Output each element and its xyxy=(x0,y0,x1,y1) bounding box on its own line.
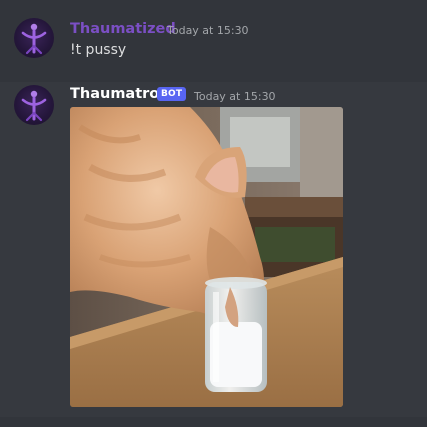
message-timestamp: Today at 15:30 xyxy=(194,90,276,103)
bot-avatar[interactable] xyxy=(14,85,54,125)
bot-tag-badge: BOT xyxy=(157,87,187,101)
user-avatar[interactable] xyxy=(14,18,54,58)
message-item: Thaumatized Today at 15:30 !t pussy xyxy=(0,0,427,82)
message-divider xyxy=(0,417,427,427)
message-author[interactable]: Thaumatized xyxy=(70,21,176,37)
message-item: Thaumatron BOT Today at 15:30 xyxy=(0,82,427,417)
purple-figure-icon xyxy=(21,23,47,55)
message-author[interactable]: Thaumatron xyxy=(70,86,170,102)
image-attachment[interactable] xyxy=(70,107,343,407)
chat-messages: Thaumatized Today at 15:30 !t pussy Thau… xyxy=(0,0,427,427)
purple-figure-icon xyxy=(21,90,47,122)
message-timestamp: Today at 15:30 xyxy=(167,24,249,37)
cat-drinking-photo xyxy=(70,107,343,407)
message-content: !t pussy xyxy=(70,42,127,58)
